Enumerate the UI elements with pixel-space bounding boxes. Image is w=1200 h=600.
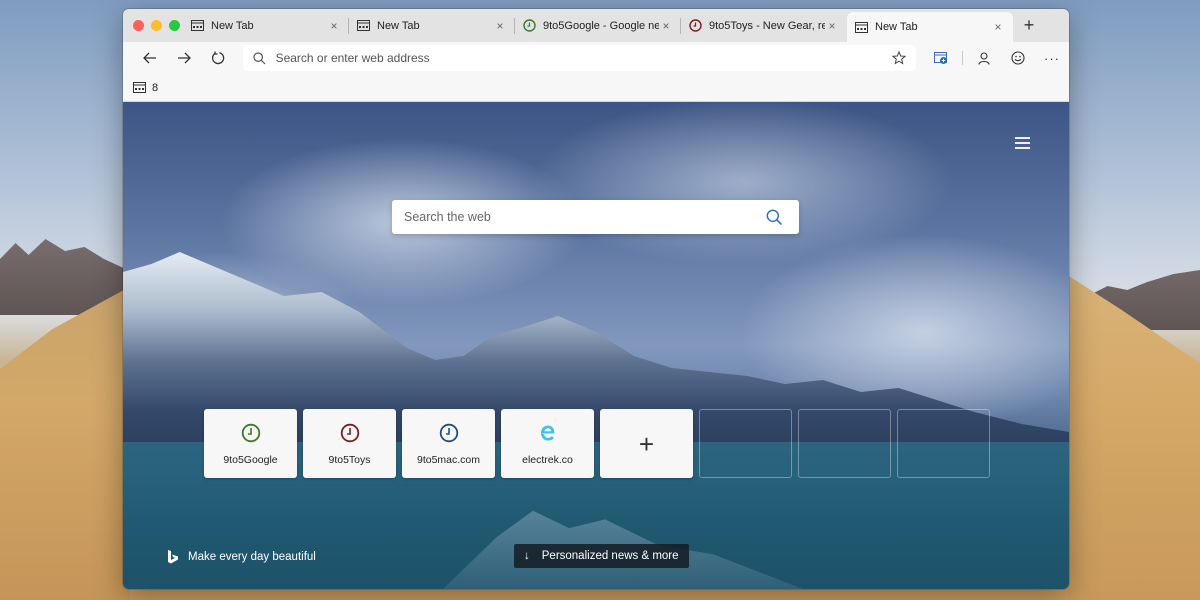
top-site-label: electrek.co <box>522 454 573 466</box>
more-button[interactable]: ··· <box>1035 44 1069 72</box>
favorite-label: 8 <box>152 81 159 94</box>
tab-new-tab-1[interactable]: New Tab × <box>183 9 349 42</box>
empty-site-slot <box>699 409 792 478</box>
empty-site-slot <box>897 409 990 478</box>
newtab-icon <box>191 19 204 32</box>
arrow-right-icon <box>177 52 191 64</box>
favorites-bar: 8 <box>123 74 1069 102</box>
tab-title: 9to5Toys - New Gear, revi <box>709 19 825 32</box>
tab-title: New Tab <box>875 21 918 33</box>
top-site-tile[interactable]: 9to5Toys <box>303 409 396 478</box>
tab-new-tab-active[interactable]: New Tab × <box>847 12 1013 42</box>
tab-title: New Tab <box>377 19 420 32</box>
profile-button[interactable] <box>967 44 1001 72</box>
close-icon[interactable]: × <box>991 20 1005 34</box>
newtab-icon <box>133 82 146 93</box>
clock-icon <box>439 423 459 443</box>
toolbar-divider <box>961 51 963 65</box>
bing-tagline: Make every day beautiful <box>188 551 316 563</box>
browser-window: New Tab × New Tab × 9to5Google - Google … <box>123 9 1069 589</box>
zoom-window-button[interactable] <box>169 20 180 31</box>
bing-image-info[interactable]: Make every day beautiful <box>168 550 316 564</box>
page-settings-button[interactable] <box>1015 134 1035 152</box>
window-controls <box>123 20 183 31</box>
clock-icon <box>689 19 702 32</box>
collections-button[interactable] <box>924 44 958 72</box>
add-site-button[interactable]: + <box>600 409 693 478</box>
close-icon[interactable]: × <box>493 19 507 33</box>
news-button-label: Personalized news & more <box>541 550 679 562</box>
arrow-left-icon <box>143 52 156 64</box>
close-icon[interactable]: × <box>327 19 341 33</box>
top-site-label: 9to5mac.com <box>416 454 481 466</box>
web-search-input[interactable] <box>404 210 763 224</box>
newtab-icon <box>357 19 370 32</box>
smiley-icon <box>1011 51 1025 65</box>
top-site-tile[interactable]: 9to5mac.com <box>402 409 495 478</box>
minimize-window-button[interactable] <box>151 20 162 31</box>
close-icon[interactable]: × <box>825 19 839 33</box>
desktop-wallpaper-dune <box>0 286 130 600</box>
top-site-tile[interactable]: electrek.co <box>501 409 594 478</box>
new-tab-button[interactable]: + <box>1017 14 1041 38</box>
bing-logo-icon <box>168 550 178 564</box>
navigation-toolbar: ··· <box>123 42 1069 74</box>
tab-new-tab-2[interactable]: New Tab × <box>349 9 515 42</box>
forward-button[interactable] <box>167 44 201 72</box>
favorite-star-icon[interactable] <box>891 51 906 65</box>
close-window-button[interactable] <box>133 20 144 31</box>
search-icon <box>766 209 782 225</box>
feedback-button[interactable] <box>1001 44 1035 72</box>
hamburger-icon-line <box>1015 137 1030 139</box>
top-sites: 9to5Google 9to5Toys 9to5mac.com electrek… <box>204 409 990 478</box>
more-icon: ··· <box>1043 50 1060 66</box>
refresh-icon <box>211 51 224 65</box>
clock-icon <box>241 423 261 443</box>
hamburger-icon-line <box>1015 147 1030 149</box>
clock-icon <box>340 423 360 443</box>
arrow-down-icon: ↓ <box>524 550 530 562</box>
collections-icon <box>933 51 947 64</box>
top-site-tile[interactable]: 9to5Google <box>204 409 297 478</box>
newtab-icon <box>855 21 868 34</box>
personalized-news-button[interactable]: ↓ Personalized news & more <box>514 544 689 568</box>
tab-9to5google[interactable]: 9to5Google - Google news × <box>515 9 681 42</box>
tab-9to5toys[interactable]: 9to5Toys - New Gear, revi × <box>681 9 847 42</box>
person-icon <box>978 51 990 65</box>
search-icon <box>252 51 266 64</box>
close-icon[interactable]: × <box>659 19 673 33</box>
top-site-label: 9to5Google <box>223 454 278 466</box>
search-submit-button[interactable] <box>763 206 785 228</box>
favorites-folder[interactable]: 8 <box>133 82 158 94</box>
address-input[interactable] <box>275 51 892 65</box>
toolbar-actions: ··· <box>924 44 1069 72</box>
top-site-label: 9to5Toys <box>328 454 371 466</box>
tab-bar: New Tab × New Tab × 9to5Google - Google … <box>123 9 1069 42</box>
refresh-button[interactable] <box>201 44 235 72</box>
clock-icon <box>523 19 536 32</box>
new-tab-page: 9to5Google 9to5Toys 9to5mac.com electrek… <box>123 102 1069 589</box>
e-icon <box>538 423 558 443</box>
web-search-box[interactable] <box>392 200 799 234</box>
tab-title: New Tab <box>211 19 254 32</box>
hamburger-icon-line <box>1015 142 1030 144</box>
empty-site-slot <box>798 409 891 478</box>
tab-title: 9to5Google - Google news <box>543 19 659 32</box>
plus-icon: + <box>638 428 655 459</box>
back-button[interactable] <box>133 44 167 72</box>
address-bar[interactable] <box>242 45 916 71</box>
